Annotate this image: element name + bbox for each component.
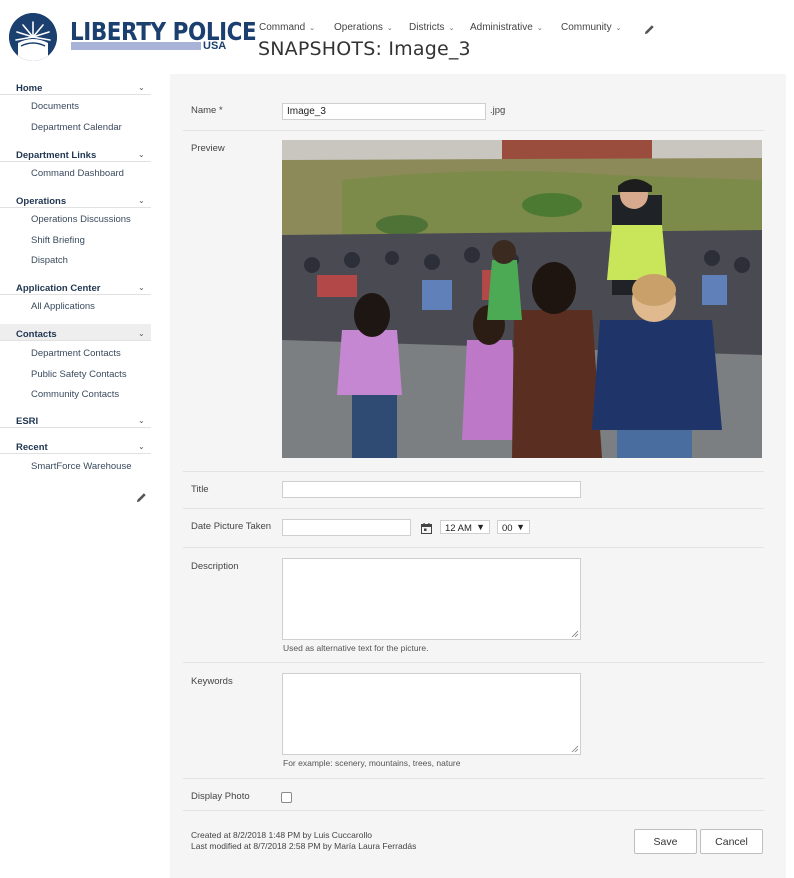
calendar-icon[interactable] (421, 521, 432, 539)
created-info: Created at 8/2/2018 1:48 PM by Luis Cucc… (191, 830, 372, 840)
minute-value: 00 (502, 523, 513, 534)
nav-item-department-contacts[interactable]: Department Contacts (31, 348, 121, 359)
nav-section-department-links[interactable]: Department Links ⌄ (0, 145, 151, 162)
chevron-down-icon: ⌄ (138, 416, 145, 425)
title-label: Title (191, 484, 209, 495)
chevron-down-icon: ⌄ (536, 25, 543, 32)
resize-grip-icon[interactable] (571, 630, 579, 638)
edit-nav-pencil-icon[interactable] (136, 490, 147, 508)
date-input[interactable] (282, 519, 411, 536)
row-divider (183, 547, 764, 548)
modified-info: Last modified at 8/7/2018 2:58 PM by Mar… (191, 841, 417, 851)
nav-section-label: Application Center (16, 283, 101, 294)
topnav-label: Operations (334, 22, 383, 33)
topnav-label: Community (561, 22, 612, 33)
cancel-button[interactable]: Cancel (700, 829, 763, 854)
nav-section-label: Contacts (16, 329, 57, 340)
chevron-down-icon: ⌄ (138, 283, 145, 292)
topnav-operations[interactable]: Operations ⌄ (334, 22, 393, 33)
nav-item-community-contacts[interactable]: Community Contacts (31, 389, 119, 400)
name-extension: .jpg (490, 105, 506, 116)
row-divider (183, 778, 764, 779)
nav-item-public-safety-contacts[interactable]: Public Safety Contacts (31, 369, 127, 380)
topnav-label: Administrative (470, 22, 533, 33)
edit-links-pencil-icon[interactable] (644, 22, 655, 40)
chevron-down-icon: ⌄ (615, 25, 622, 32)
nav-section-label: Home (16, 83, 43, 94)
resize-grip-icon[interactable] (571, 745, 579, 753)
minute-select[interactable]: 00 ▼ (497, 520, 530, 534)
nav-item-dispatch[interactable]: Dispatch (31, 255, 68, 266)
display-photo-label: Display Photo (191, 791, 250, 802)
brand-bar (71, 42, 201, 50)
nav-section-label: Recent (16, 442, 48, 453)
row-divider (183, 810, 764, 811)
liberty-logo-icon[interactable] (9, 13, 57, 61)
name-label: Name * (191, 105, 223, 116)
chevron-down-icon: ⌄ (309, 25, 316, 32)
hour-value: 12 AM (445, 523, 472, 534)
row-divider (183, 130, 764, 131)
nav-item-documents[interactable]: Documents (31, 101, 79, 112)
nav-section-contacts[interactable]: Contacts ⌄ (0, 324, 151, 341)
chevron-down-icon: ⌄ (138, 196, 145, 205)
topnav-administrative[interactable]: Administrative ⌄ (470, 22, 543, 33)
chevron-down-icon: ⌄ (138, 150, 145, 159)
topnav-districts[interactable]: Districts ⌄ (409, 22, 454, 33)
nav-item-department-calendar[interactable]: Department Calendar (31, 122, 122, 133)
preview-label: Preview (191, 143, 225, 154)
nav-section-home[interactable]: Home ⌄ (0, 78, 151, 95)
dropdown-arrow-icon: ▼ (476, 522, 485, 532)
hour-select[interactable]: 12 AM ▼ (440, 520, 490, 534)
keywords-label: Keywords (191, 676, 233, 687)
chevron-down-icon: ⌄ (138, 329, 145, 338)
dropdown-arrow-icon: ▼ (516, 522, 525, 532)
chevron-down-icon: ⌄ (386, 25, 393, 32)
page-title: SNAPSHOTS: Image_3 (258, 38, 471, 60)
nav-item-smartforce-warehouse[interactable]: SmartForce Warehouse (31, 461, 132, 472)
title-input[interactable] (282, 481, 581, 498)
chevron-down-icon: ⌄ (138, 83, 145, 92)
nav-item-all-applications[interactable]: All Applications (31, 301, 95, 312)
nav-section-label: Department Links (16, 150, 97, 161)
keywords-hint: For example: scenery, mountains, trees, … (283, 758, 461, 768)
save-button[interactable]: Save (634, 829, 697, 854)
topnav-command[interactable]: Command ⌄ (259, 22, 315, 33)
brand-suffix: USA (203, 40, 227, 52)
chevron-down-icon: ⌄ (448, 25, 455, 32)
description-textarea[interactable] (282, 558, 581, 640)
nav-section-application-center[interactable]: Application Center ⌄ (0, 278, 151, 295)
display-photo-checkbox[interactable] (281, 792, 292, 803)
topnav-label: Command (259, 22, 306, 33)
topnav-community[interactable]: Community ⌄ (561, 22, 621, 33)
nav-item-shift-briefing[interactable]: Shift Briefing (31, 235, 85, 246)
nav-section-recent[interactable]: Recent ⌄ (0, 437, 151, 454)
date-picture-taken-label: Date Picture Taken (191, 521, 272, 532)
name-input[interactable] (282, 103, 486, 120)
nav-section-operations[interactable]: Operations ⌄ (0, 191, 151, 208)
topnav-label: Districts (409, 22, 445, 33)
chevron-down-icon: ⌄ (138, 442, 145, 451)
description-hint: Used as alternative text for the picture… (283, 643, 429, 653)
row-divider (183, 508, 764, 509)
row-divider (183, 662, 764, 663)
keywords-textarea[interactable] (282, 673, 581, 755)
nav-section-label: Operations (16, 196, 67, 207)
nav-section-label: ESRI (16, 416, 39, 427)
row-divider (183, 471, 764, 472)
nav-item-operations-discussions[interactable]: Operations Discussions (31, 214, 131, 225)
preview-photo (282, 140, 762, 458)
nav-item-command-dashboard[interactable]: Command Dashboard (31, 168, 124, 179)
nav-section-esri[interactable]: ESRI ⌄ (0, 411, 151, 428)
description-label: Description (191, 561, 239, 572)
